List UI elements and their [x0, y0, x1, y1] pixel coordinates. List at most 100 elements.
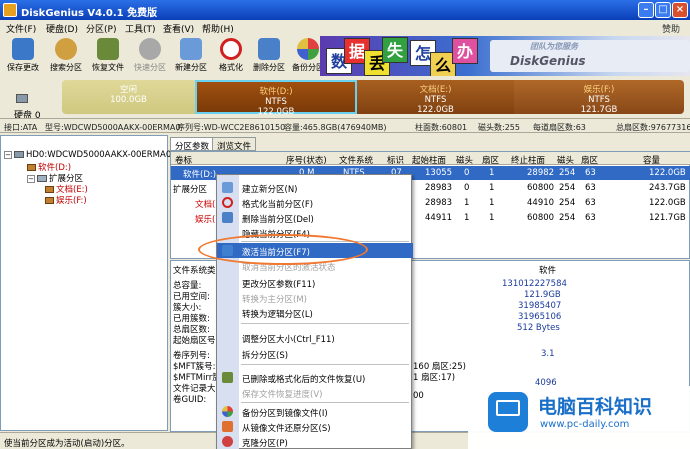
- partition-bar-software[interactable]: 软件(D:) NTFS 122.0GB: [195, 80, 357, 117]
- menu-item-recover-files[interactable]: 已删除或格式化后的文件恢复(U): [217, 370, 413, 385]
- backup-icon: [222, 406, 233, 417]
- menu-separator: [241, 364, 409, 365]
- column-header[interactable]: 扇区: [482, 154, 499, 166]
- collapse-icon[interactable]: −: [27, 174, 35, 183]
- recover-icon: [97, 38, 119, 60]
- tree-item-entertainment[interactable]: 娱乐(F:): [45, 194, 87, 206]
- close-button[interactable]: ×: [672, 2, 688, 18]
- menu-item-delete[interactable]: 删除当前分区(Del): [217, 210, 413, 225]
- menu-item-new-partition[interactable]: 建立新分区(N): [217, 180, 413, 195]
- status-text: 使当前分区成为活动(启动)分区。: [4, 439, 130, 449]
- disk-label: 硬盘 0: [6, 86, 61, 121]
- tab-partition-params[interactable]: 分区参数: [170, 137, 215, 152]
- quick-partition-button[interactable]: 快速分区: [129, 36, 171, 76]
- menu-view[interactable]: 查看(V): [163, 22, 194, 35]
- partition-bar-documents[interactable]: 文档(E:) NTFS 122.0GB: [357, 80, 514, 115]
- tree-item-disk[interactable]: − HD0:WDCWD5000AAKX-00ERMA0: [4, 150, 171, 160]
- column-header[interactable]: 起始柱面: [412, 154, 446, 166]
- menu-disk[interactable]: 硬盘(D): [46, 22, 78, 35]
- menu-item-resize[interactable]: 调整分区大小(Ctrl_F11): [217, 330, 413, 345]
- recover-icon: [222, 372, 233, 383]
- column-header[interactable]: 卷标: [175, 154, 192, 166]
- menu-help[interactable]: 帮助(H): [202, 22, 234, 35]
- menu-bar: 文件(F) 硬盘(D) 分区(P) 工具(T) 查看(V) 帮助(H) 赞助: [0, 20, 690, 36]
- hard-disk-icon: [14, 151, 24, 158]
- save-button[interactable]: 保存更改: [2, 36, 44, 76]
- tab-browse-files[interactable]: 浏览文件: [212, 137, 257, 152]
- sponsor-link[interactable]: 赞助: [662, 22, 680, 35]
- menu-file[interactable]: 文件(F): [6, 22, 36, 35]
- menu-item-change-params[interactable]: 更改分区参数(F11): [217, 275, 413, 290]
- search-partition-button[interactable]: 搜索分区: [45, 36, 87, 76]
- menu-item-save-progress[interactable]: 保存文件恢复进度(V): [217, 385, 413, 400]
- menu-item-to-logical[interactable]: 转换为逻辑分区(L): [217, 305, 413, 320]
- menu-partition[interactable]: 分区(P): [86, 22, 116, 35]
- format-button[interactable]: 格式化: [210, 36, 252, 76]
- column-header[interactable]: 扇区: [581, 154, 598, 166]
- column-header[interactable]: 标识: [387, 154, 404, 166]
- extended-partition-icon: [37, 175, 47, 182]
- menu-item-to-primary[interactable]: 转换为主分区(M): [217, 290, 413, 305]
- heads-info: 磁头数:255: [478, 123, 520, 132]
- column-header[interactable]: 序号(状态): [286, 154, 327, 166]
- column-header[interactable]: 终止柱面: [511, 154, 545, 166]
- context-menu: 建立新分区(N) 格式化当前分区(F) 删除当前分区(Del) 隐藏当前分区(F…: [216, 174, 413, 449]
- partition-icon: [45, 186, 54, 193]
- partition-bar-free[interactable]: 空闲 100.0GB: [62, 80, 195, 114]
- delete-partition-button[interactable]: 删除分区: [248, 36, 290, 76]
- watermark-title: 电脑百科知识: [538, 396, 653, 418]
- new-partition-button[interactable]: 新建分区: [170, 36, 212, 76]
- sectors-per-track-info: 每道扇区数:63: [533, 123, 586, 132]
- menu-item-split[interactable]: 拆分分区(S): [217, 346, 413, 361]
- maximize-button[interactable]: □: [655, 2, 671, 18]
- backup-icon: [297, 38, 319, 60]
- monitor-icon: [488, 392, 528, 432]
- new-partition-icon: [222, 182, 233, 193]
- watermark: 电脑百科知识 www.pc-daily.com: [468, 386, 690, 449]
- trash-icon: [222, 212, 233, 223]
- trash-icon: [258, 38, 280, 60]
- minimize-button[interactable]: –: [638, 2, 654, 18]
- menu-separator: [241, 402, 409, 403]
- table-header: 卷标 序号(状态) 文件系统 标识 起始柱面 磁头 扇区 终止柱面 磁头 扇区 …: [171, 152, 690, 166]
- tab-bar: 分区参数 浏览文件: [170, 137, 690, 152]
- menu-item-restore-image[interactable]: 从镜像文件还原分区(S): [217, 419, 413, 434]
- column-header[interactable]: 文件系统: [339, 154, 373, 166]
- capacity-info: 容量:465.8GB(476940MB): [284, 123, 387, 132]
- clone-icon: [222, 436, 233, 447]
- menu-item-backup-image[interactable]: 备份分区到镜像文件(I): [217, 404, 413, 419]
- format-icon: [222, 197, 233, 208]
- cylinders-info: 柱面数:60801: [415, 123, 468, 132]
- ad-banner[interactable]: 数 据 丢 失 怎 么 办 团队为您服务 DiskGenius: [320, 36, 690, 78]
- title-bar: DiskGenius V4.0.1 免费版 – □ ×: [0, 0, 690, 20]
- window-title: DiskGenius V4.0.1 免费版: [21, 8, 158, 19]
- partition-bar-entertainment[interactable]: 娱乐(F:) NTFS 121.7GB: [514, 80, 684, 115]
- save-icon: [12, 38, 34, 60]
- menu-separator: [241, 323, 409, 324]
- menu-item-clone[interactable]: 克隆分区(P): [217, 434, 413, 449]
- partition-icon: [45, 197, 54, 204]
- watermark-url: www.pc-daily.com: [540, 419, 630, 430]
- column-header[interactable]: 磁头: [456, 154, 473, 166]
- serial-info: 序列号:WD-WCC2E8610150: [177, 123, 286, 132]
- menu-item-format[interactable]: 格式化当前分区(F): [217, 195, 413, 210]
- highlight-circle: [198, 234, 368, 265]
- diskgenius-window: DiskGenius V4.0.1 免费版 – □ × 文件(F) 硬盘(D) …: [0, 0, 690, 449]
- magnifier-icon: [55, 38, 77, 60]
- restore-icon: [222, 421, 233, 432]
- collapse-icon[interactable]: −: [4, 150, 12, 159]
- interface-info: 接口:ATA: [4, 123, 38, 132]
- column-header[interactable]: 磁头: [557, 154, 574, 166]
- menu-tools[interactable]: 工具(T): [125, 22, 156, 35]
- toolbar: 保存更改 搜索分区 恢复文件 快速分区 新建分区 格式化 删除分区 备份分区: [0, 36, 345, 76]
- disk-info-bar: 接口:ATA 型号:WDCWD5000AAKX-00ERMA0 序列号:WD-W…: [0, 118, 690, 133]
- model-info: 型号:WDCWD5000AAKX-00ERMA0: [45, 123, 181, 132]
- column-header[interactable]: 容量: [643, 154, 660, 166]
- recover-files-button[interactable]: 恢复文件: [87, 36, 129, 76]
- hard-disk-icon: [16, 94, 28, 103]
- banner-tile: 办: [452, 38, 478, 64]
- format-icon: [220, 38, 242, 60]
- disk-map: 硬盘 0 空闲 100.0GB 软件(D:) NTFS 122.0GB 文档(E…: [0, 76, 690, 121]
- total-sectors-info: 总扇区数:976773168: [616, 123, 690, 132]
- quick-partition-icon: [139, 38, 161, 60]
